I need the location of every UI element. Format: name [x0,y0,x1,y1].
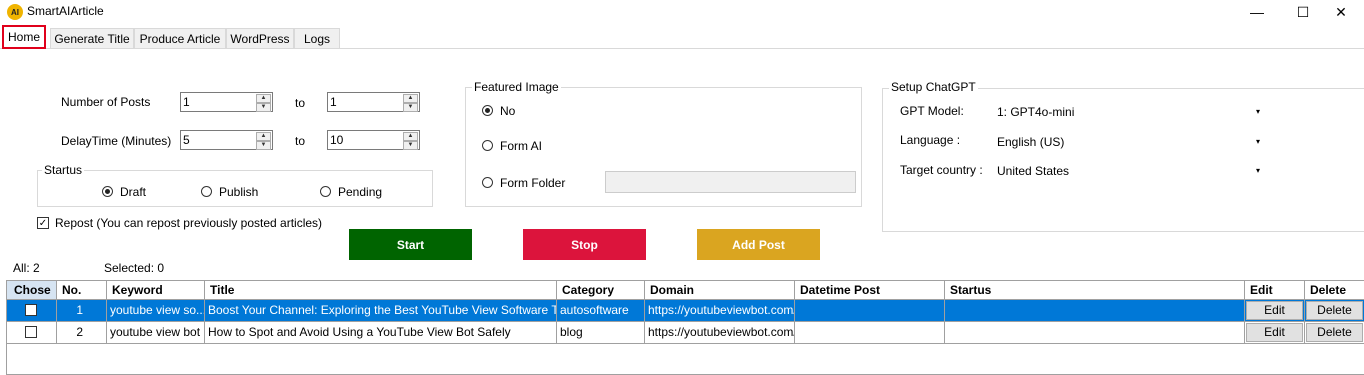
chevron-down-icon[interactable]: ▾ [1256,137,1260,146]
edit-button[interactable]: Edit [1246,323,1303,342]
status-draft-label: Draft [120,185,147,199]
delay-time-label: DelayTime (Minutes) [61,134,172,148]
start-button[interactable]: Start [349,229,472,260]
featured-folder-label: Form Folder [500,176,566,190]
window-title: SmartAIArticle [27,4,104,18]
target-country-select[interactable]: United States [997,164,1069,178]
featured-image-label: Featured Image [472,80,561,94]
row-status [945,300,1245,322]
row-edit-cell: Edit [1245,300,1305,322]
tab-generate-title[interactable]: Generate Title [50,28,134,48]
spin-down-icon[interactable]: ▼ [256,103,271,112]
row-delete-cell: Delete [1305,322,1364,344]
gpt-model-select[interactable]: 1: GPT4o-mini [997,105,1074,119]
target-country-label: Target country : [900,163,983,177]
row-title: How to Spot and Avoid Using a YouTube Vi… [205,322,557,344]
spin-down-icon[interactable]: ▼ [403,141,418,150]
repost-checkbox[interactable]: ✓ [37,217,49,229]
delete-button[interactable]: Delete [1306,323,1363,342]
row-number: 2 [57,322,107,344]
repost-label: Repost (You can repost previously posted… [55,216,323,230]
row-category: blog [557,322,645,344]
status-publish-label: Publish [219,185,259,199]
column-header-category[interactable]: Category [557,281,645,300]
title-bar [0,0,1364,24]
tab-home[interactable]: Home [2,25,46,49]
to-label: to [295,96,306,110]
posts-table: Chose No. Keyword Title Category Domain … [6,280,1364,375]
edit-button[interactable]: Edit [1246,301,1303,320]
status-publish-radio[interactable] [201,186,212,197]
column-header-datetime[interactable]: Datetime Post [795,281,945,300]
column-header-chose[interactable]: Chose [7,281,57,300]
stop-button[interactable]: Stop [523,229,646,260]
chatgpt-group-label: Setup ChatGPT [889,80,978,94]
add-post-button[interactable]: Add Post [697,229,820,260]
language-select[interactable]: English (US) [997,135,1064,149]
table-row[interactable] [7,322,57,344]
tab-wordpress[interactable]: WordPress [226,28,294,48]
column-header-domain[interactable]: Domain [645,281,795,300]
num-posts-to-value: 1 [330,95,337,109]
spin-down-icon[interactable]: ▼ [256,141,271,150]
gpt-model-label: GPT Model: [900,104,964,118]
row-select-checkbox[interactable] [25,304,37,316]
row-datetime [795,300,945,322]
row-datetime [795,322,945,344]
spin-up-icon[interactable]: ▲ [403,94,418,103]
row-domain: https://youtubeviewbot.com/ [645,300,795,322]
status-draft-radio[interactable] [102,186,113,197]
row-number: 1 [57,300,107,322]
spin-up-icon[interactable]: ▲ [403,132,418,141]
chevron-down-icon[interactable]: ▾ [1256,107,1260,116]
all-count: All: 2 [13,261,40,275]
chevron-down-icon[interactable]: ▾ [1256,166,1260,175]
column-header-title[interactable]: Title [205,281,557,300]
row-keyword: youtube view so... [107,300,205,322]
app-logo-icon: AI [7,4,23,20]
tab-logs[interactable]: Logs [294,28,340,48]
tab-produce-article[interactable]: Produce Article [134,28,226,48]
delay-from-value: 5 [183,133,190,147]
num-posts-from-value: 1 [183,95,190,109]
row-category: autosoftware [557,300,645,322]
column-header-edit[interactable]: Edit [1245,281,1305,300]
delay-to-value: 10 [330,133,344,147]
status-pending-label: Pending [338,185,383,199]
column-header-no[interactable]: No. [57,281,107,300]
featured-no-radio[interactable] [482,105,493,116]
status-pending-radio[interactable] [320,186,331,197]
column-header-status[interactable]: Startus [945,281,1245,300]
delete-button[interactable]: Delete [1306,301,1363,320]
number-of-posts-label: Number of Posts [61,95,151,109]
column-header-delete[interactable]: Delete [1305,281,1364,300]
spin-down-icon[interactable]: ▼ [403,103,418,112]
featured-ai-radio[interactable] [482,140,493,151]
status-group-label: Startus [42,163,85,177]
row-delete-cell: Delete [1305,300,1364,322]
table-row[interactable] [7,300,57,322]
delay-to-stepper[interactable]: 10 ▲ ▼ [327,130,420,150]
row-status [945,322,1245,344]
row-domain: https://youtubeviewbot.com/ [645,322,795,344]
delay-from-stepper[interactable]: 5 ▲ ▼ [180,130,273,150]
num-posts-to-stepper[interactable]: 1 ▲ ▼ [327,92,420,112]
close-button[interactable]: ✕ [1318,0,1364,24]
featured-no-label: No [500,104,516,118]
featured-ai-label: Form AI [500,139,543,153]
column-header-keyword[interactable]: Keyword [107,281,205,300]
row-keyword: youtube view bot [107,322,205,344]
num-posts-from-stepper[interactable]: 1 ▲ ▼ [180,92,273,112]
featured-folder-radio[interactable] [482,177,493,188]
to-label: to [295,134,306,148]
language-label: Language : [900,133,961,147]
folder-path-field[interactable] [605,171,856,193]
spin-up-icon[interactable]: ▲ [256,94,271,103]
row-select-checkbox[interactable] [25,326,37,338]
minimize-button[interactable]: — [1234,0,1280,24]
selected-count: Selected: 0 [104,261,165,275]
spin-up-icon[interactable]: ▲ [256,132,271,141]
row-edit-cell: Edit [1245,322,1305,344]
row-title: Boost Your Channel: Exploring the Best Y… [205,300,557,322]
